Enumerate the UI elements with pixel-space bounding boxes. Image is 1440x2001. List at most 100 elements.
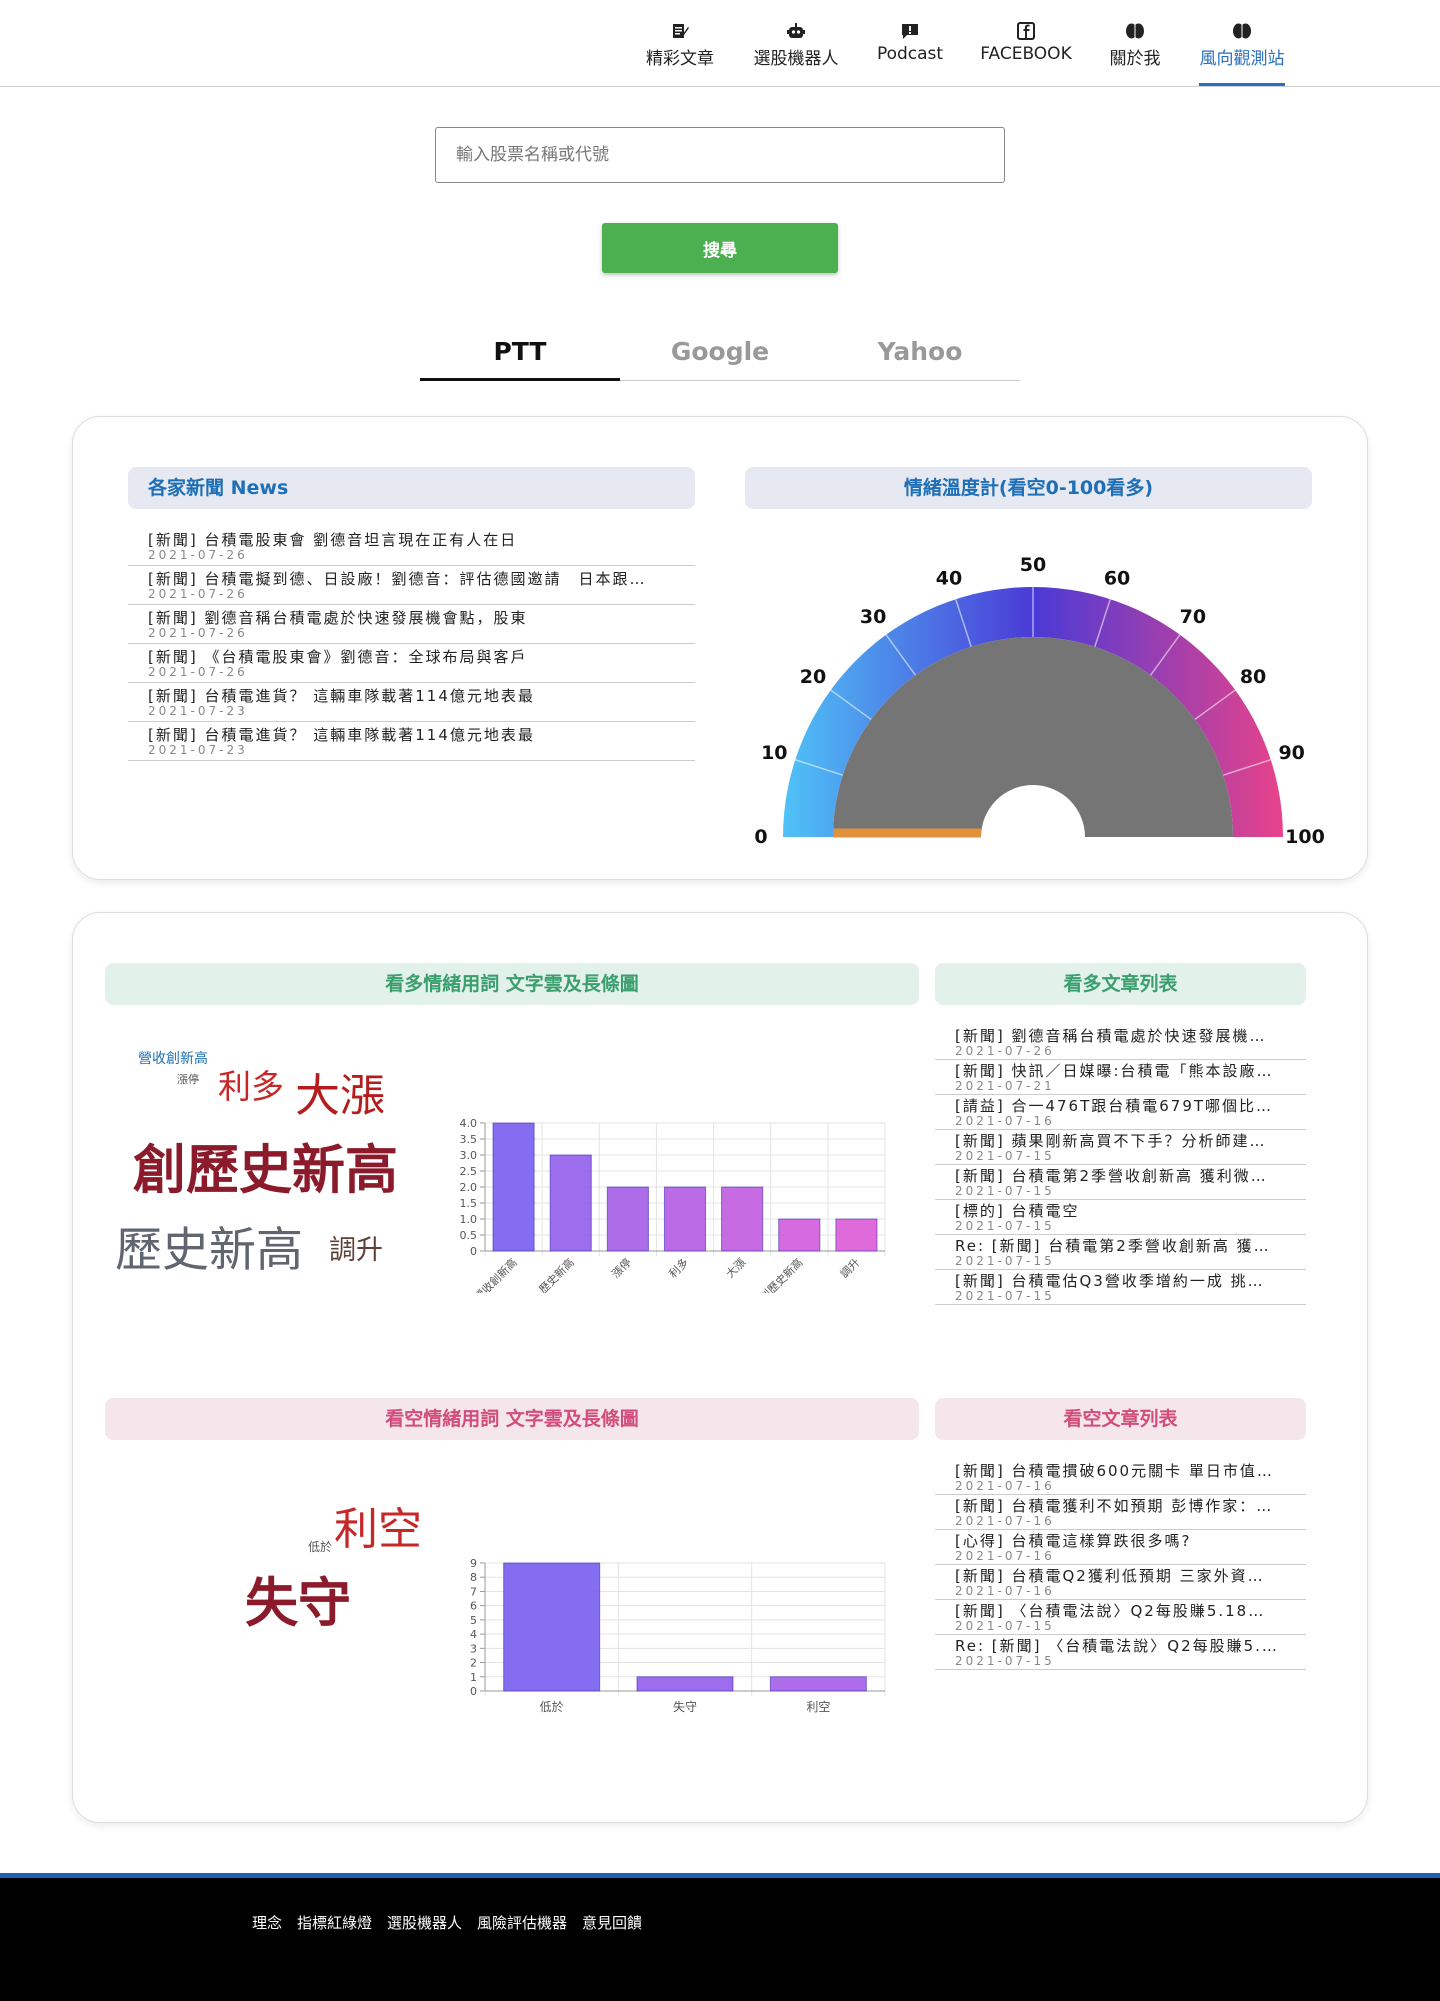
- footer-link-feedback[interactable]: 意見回饋: [582, 1912, 642, 1933]
- gauge-tick-label: 100: [1285, 826, 1325, 848]
- y-tick-label: 1.0: [460, 1213, 478, 1226]
- article-title[interactable]: [新聞] 台積電擬到德、日設廠！劉德音：評估德國邀請 日本跟…: [148, 570, 695, 588]
- gauge-tick-label: 90: [1278, 742, 1304, 764]
- article-title[interactable]: [新聞] 台積電摜破600元關卡 單日市值…: [955, 1462, 1306, 1480]
- y-tick-label: 3.5: [460, 1133, 478, 1146]
- article-title[interactable]: [請益] 合一476T跟台積電679T哪個比…: [955, 1097, 1306, 1115]
- bar: [606, 1186, 649, 1252]
- nav-item-robot[interactable]: 選股機器人: [748, 22, 844, 86]
- article-date: 2021-07-16: [955, 1584, 1055, 1598]
- list-item[interactable]: Re: [新聞] 〈台積電法說〉Q2每股賺5.… 2021-07-15: [935, 1635, 1306, 1670]
- sentiment-gauge: 0 10 20 30 40 50 60 70 80 90 100: [754, 554, 1325, 848]
- word-cloud-word: 調升: [329, 1235, 383, 1266]
- nav-label: FACEBOOK: [980, 44, 1072, 64]
- article-title[interactable]: [新聞] 快訊／日媒曝:台積電「熊本設廠…: [955, 1062, 1306, 1080]
- y-tick-label: 0: [470, 1245, 477, 1258]
- bar: [769, 1676, 867, 1692]
- bull-bar-chart: 0 0.5 1.0 1.5 2.0 2.5 3.0 3.5 4.0 營收創新高 歷史新高 漲停 利多 大漲…: [460, 1117, 886, 1293]
- article-date: 2021-07-23: [148, 704, 248, 718]
- y-tick-label: 9: [470, 1557, 477, 1570]
- list-item[interactable]: [新聞] 〈台積電法說〉Q2每股賺5.18… 2021-07-15: [935, 1600, 1306, 1635]
- list-item[interactable]: [新聞] 蘋果剛新高買不下手？分析師建… 2021-07-15: [935, 1130, 1306, 1165]
- brain-icon: [1233, 23, 1251, 39]
- article-title[interactable]: [新聞] 台積電獲利不如預期 彭博作家：…: [955, 1497, 1306, 1515]
- tab-yahoo[interactable]: Yahoo: [820, 330, 1020, 381]
- nav-item-about[interactable]: 關於我: [1105, 22, 1165, 86]
- article-date: 2021-07-16: [955, 1479, 1055, 1493]
- list-item[interactable]: [新聞] 台積電股東會 劉德音坦言現在正有人在日 2021-07-26: [128, 527, 695, 566]
- list-item[interactable]: [新聞] 《台積電股東會》劉德音：全球布局與客戶 2021-07-26: [128, 644, 695, 683]
- bear-bar-chart: 012 3456 789 低於 失守 利空: [470, 1557, 886, 1714]
- article-title[interactable]: [新聞] 蘋果剛新高買不下手？分析師建…: [955, 1132, 1306, 1150]
- list-item[interactable]: [新聞] 台積電第2季營收創新高 獲利微… 2021-07-15: [935, 1165, 1306, 1200]
- footer-link-risk[interactable]: 風險評估機器: [477, 1912, 567, 1933]
- article-title[interactable]: [新聞] 台積電Q2獲利低預期 三家外資…: [955, 1567, 1306, 1585]
- bear-word-cloud: 低於 利空 失守: [105, 1493, 425, 1693]
- list-item[interactable]: [新聞] 劉德音稱台積電處於快速發展機會點，股東 2021-07-26: [128, 605, 695, 644]
- nav-label: Podcast: [876, 44, 944, 64]
- article-date: 2021-07-15: [955, 1654, 1055, 1668]
- article-icon: [673, 24, 689, 38]
- article-title[interactable]: [新聞] 〈台積電法說〉Q2每股賺5.18…: [955, 1602, 1306, 1620]
- list-item[interactable]: [新聞] 劉德音稱台積電處於快速發展機… 2021-07-26: [935, 1025, 1306, 1060]
- article-title[interactable]: [新聞] 台積電進貨？ 這輛車隊載著114億元地表最: [148, 726, 695, 744]
- article-title[interactable]: [新聞] 劉德音稱台積電處於快速發展機…: [955, 1027, 1306, 1045]
- article-title[interactable]: [新聞] 台積電進貨？ 這輛車隊載著114億元地表最: [148, 687, 695, 705]
- bar: [778, 1218, 821, 1252]
- word-cloud-word: 創歷史新高: [133, 1140, 398, 1201]
- bull-word-cloud: 營收創新高 漲停 利多 大漲 創歷史新高 歷史新高 調升: [105, 1033, 425, 1313]
- list-item[interactable]: [新聞] 快訊／日媒曝:台積電「熊本設廠… 2021-07-21: [935, 1060, 1306, 1095]
- bull-article-list: [新聞] 劉德音稱台積電處於快速發展機… 2021-07-26 [新聞] 快訊／日媒…: [935, 1025, 1306, 1305]
- article-date: 2021-07-26: [955, 1044, 1055, 1058]
- article-title[interactable]: [新聞] 台積電股東會 劉德音坦言現在正有人在日: [148, 531, 695, 549]
- nav-item-facebook[interactable]: FACEBOOK: [978, 22, 1074, 86]
- word-cloud-word: 歷史新高: [115, 1223, 303, 1278]
- bar: [663, 1186, 707, 1252]
- list-item[interactable]: [心得] 台積電這樣算跌很多嗎? 2021-07-16: [935, 1530, 1306, 1565]
- article-title[interactable]: Re: [新聞] 台積電第2季營收創新高 獲…: [955, 1237, 1306, 1255]
- bar: [636, 1676, 734, 1692]
- article-date: 2021-07-26: [148, 587, 248, 601]
- bar: [835, 1218, 878, 1252]
- x-tick-label: 調升: [837, 1255, 862, 1280]
- tab-ptt[interactable]: PTT: [420, 330, 620, 381]
- article-date: 2021-07-15: [955, 1219, 1055, 1233]
- list-item[interactable]: Re: [新聞] 台積電第2季營收創新高 獲… 2021-07-15: [935, 1235, 1306, 1270]
- list-item[interactable]: [新聞] 台積電摜破600元關卡 單日市值… 2021-07-16: [935, 1460, 1306, 1495]
- gauge-tick-label: 80: [1240, 666, 1266, 688]
- list-item[interactable]: [新聞] 台積電估Q3營收季增約一成 挑… 2021-07-15: [935, 1270, 1306, 1305]
- article-title[interactable]: [標的] 台積電空: [955, 1202, 1306, 1220]
- article-title[interactable]: [心得] 台積電這樣算跌很多嗎?: [955, 1532, 1306, 1550]
- footer-link-indicator[interactable]: 指標紅綠燈: [297, 1912, 372, 1933]
- search-input[interactable]: [435, 127, 1005, 183]
- word-cloud-word: 失守: [245, 1573, 351, 1634]
- y-tick-label: 5: [470, 1614, 477, 1627]
- nav-item-observatory[interactable]: 風向觀測站: [1199, 22, 1285, 86]
- y-tick-label: 3: [470, 1642, 477, 1655]
- tab-google[interactable]: Google: [620, 330, 820, 381]
- word-cloud-word: 大漲: [295, 1069, 386, 1122]
- list-item[interactable]: [標的] 台積電空 2021-07-15: [935, 1200, 1306, 1235]
- list-item[interactable]: [新聞] 台積電進貨？ 這輛車隊載著114億元地表最 2021-07-23: [128, 683, 695, 722]
- x-tick-label: 低於: [540, 1699, 564, 1714]
- nav-item-podcast[interactable]: Podcast: [872, 22, 948, 86]
- article-title[interactable]: Re: [新聞] 〈台積電法說〉Q2每股賺5.…: [955, 1637, 1306, 1655]
- list-item[interactable]: [請益] 合一476T跟台積電679T哪個比… 2021-07-16: [935, 1095, 1306, 1130]
- article-title[interactable]: [新聞] 台積電估Q3營收季增約一成 挑…: [955, 1272, 1306, 1290]
- list-item[interactable]: [新聞] 台積電擬到德、日設廠！劉德音：評估德國邀請 日本跟… 2021-07-2…: [128, 566, 695, 605]
- article-date: 2021-07-15: [955, 1619, 1055, 1633]
- footer-link-robot[interactable]: 選股機器人: [387, 1912, 462, 1933]
- article-title[interactable]: [新聞] 劉德音稱台積電處於快速發展機會點，股東: [148, 609, 695, 627]
- list-item[interactable]: [新聞] 台積電進貨？ 這輛車隊載著114億元地表最 2021-07-23: [128, 722, 695, 761]
- footer-link-concept[interactable]: 理念: [252, 1912, 282, 1933]
- y-tick-label: 1: [470, 1671, 477, 1684]
- article-title[interactable]: [新聞] 《台積電股東會》劉德音：全球布局與客戶: [148, 648, 695, 666]
- list-item[interactable]: [新聞] 台積電獲利不如預期 彭博作家：… 2021-07-16: [935, 1495, 1306, 1530]
- article-title[interactable]: [新聞] 台積電第2季營收創新高 獲利微…: [955, 1167, 1306, 1185]
- y-tick-label: 0: [470, 1685, 477, 1698]
- list-item[interactable]: [新聞] 台積電Q2獲利低預期 三家外資… 2021-07-16: [935, 1565, 1306, 1600]
- gauge-tick-label: 70: [1180, 606, 1206, 628]
- search-button[interactable]: 搜尋: [602, 223, 838, 273]
- nav-item-articles[interactable]: 精彩文章: [640, 22, 720, 86]
- x-tick-label: 創歷史新高: [757, 1255, 806, 1293]
